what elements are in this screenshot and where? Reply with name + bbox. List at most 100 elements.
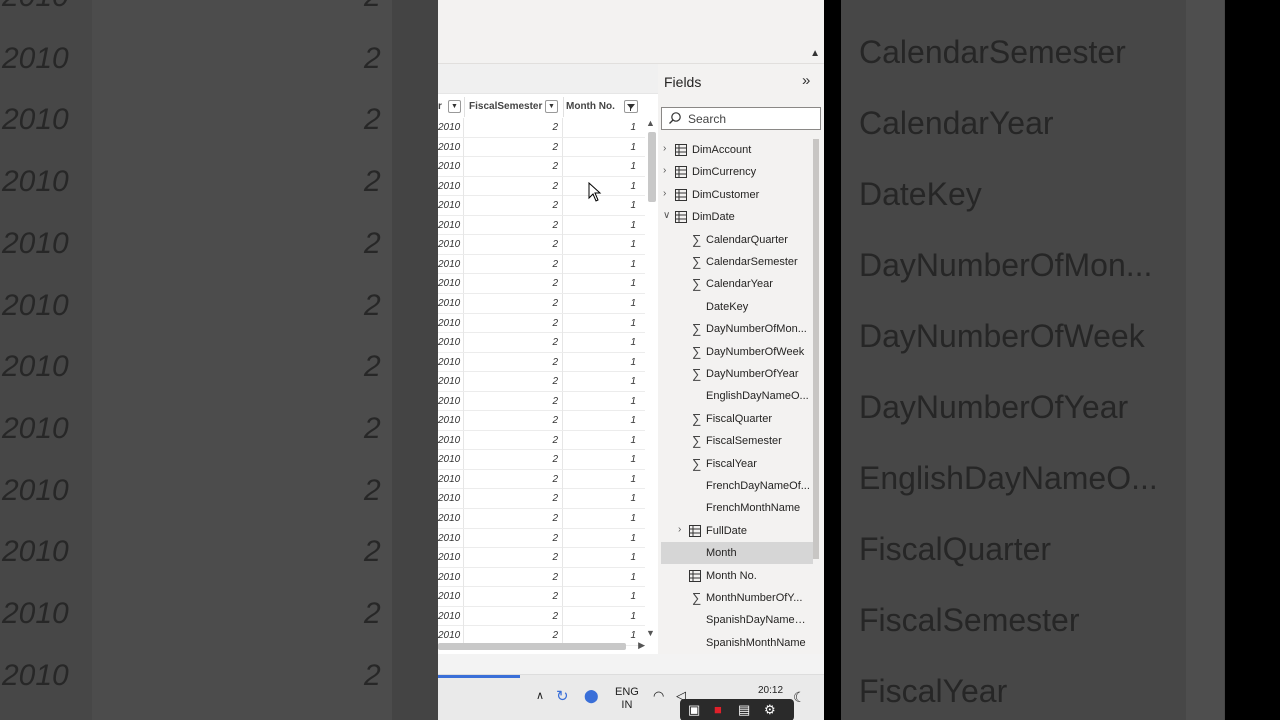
cell-month-no[interactable]: 1 (564, 255, 638, 274)
horizontal-scrollbar[interactable]: ▶ (438, 640, 645, 652)
cell-month-no[interactable]: 1 (564, 529, 638, 548)
table-row[interactable]: 2010 2 1 (438, 313, 645, 334)
cell-month-no[interactable]: 1 (564, 587, 638, 606)
cell-year[interactable]: 2010 (438, 118, 464, 137)
cell-year[interactable]: 2010 (438, 430, 464, 450)
cell-year[interactable]: 2010 (438, 274, 464, 294)
cell-fiscal-semester[interactable]: 2 (465, 548, 563, 568)
wifi-icon[interactable]: ◠ (653, 688, 664, 704)
cell-month-no[interactable]: 1 (564, 235, 638, 254)
cell-year[interactable]: 2010 (438, 509, 464, 528)
cell-year[interactable]: 2010 (438, 196, 464, 216)
cell-year[interactable]: 2010 (438, 157, 464, 177)
cell-year[interactable]: 2010 (438, 606, 464, 626)
fields-search-input[interactable]: Search (661, 107, 821, 130)
cell-month-no[interactable]: 1 (564, 216, 638, 235)
cell-year[interactable]: 2010 (438, 391, 464, 411)
settings-gear-icon[interactable]: ⚙ (764, 702, 776, 718)
cell-fiscal-semester[interactable]: 2 (465, 254, 563, 274)
column-dropdown-icon[interactable]: ▼ (545, 100, 558, 113)
cell-month-no[interactable]: 1 (564, 568, 638, 587)
cell-fiscal-semester[interactable]: 2 (465, 567, 563, 587)
chevron-right-icon[interactable]: › (663, 143, 666, 154)
cell-fiscal-semester[interactable]: 2 (465, 196, 563, 216)
cell-fiscal-semester[interactable]: 2 (465, 469, 563, 489)
scroll-thumb[interactable] (438, 643, 626, 650)
column-dropdown-icon[interactable]: ▼ (448, 100, 461, 113)
table-row[interactable]: 2010 2 1 (438, 567, 645, 588)
cell-month-no[interactable]: 1 (564, 489, 638, 508)
scroll-up-icon[interactable]: ▲ (646, 118, 655, 128)
vertical-scrollbar[interactable]: ▲ ▼ (645, 118, 657, 638)
table-row[interactable]: 2010 2 1 (438, 176, 645, 197)
scroll-down-icon[interactable]: ▼ (646, 628, 655, 638)
cell-month-no[interactable]: 1 (564, 548, 638, 567)
field-item[interactable]: FrenchMonthName (661, 497, 813, 519)
field-item[interactable]: Month (661, 542, 813, 565)
camera-icon[interactable]: ▣ (688, 702, 700, 718)
record-icon[interactable]: ■ (714, 702, 722, 717)
cell-month-no[interactable]: 1 (564, 470, 638, 489)
cell-fiscal-semester[interactable]: 2 (465, 372, 563, 392)
table-row[interactable]: 2010 2 1 (438, 333, 645, 353)
cell-year[interactable]: 2010 (438, 528, 464, 548)
cell-fiscal-semester[interactable]: 2 (465, 352, 563, 372)
field-item[interactable]: ∑ DayNumberOfMon... (661, 318, 813, 340)
table-item-dimcustomer[interactable]: › DimCustomer (661, 184, 813, 206)
cell-month-no[interactable]: 1 (564, 607, 638, 626)
field-item[interactable]: EnglishDayNameO... (661, 385, 813, 407)
cell-year[interactable]: 2010 (438, 293, 464, 313)
table-row[interactable]: 2010 2 1 (438, 606, 645, 627)
chevron-up-icon[interactable]: ∧ (536, 689, 544, 702)
cell-year[interactable]: 2010 (438, 567, 464, 587)
cell-fiscal-semester[interactable]: 2 (465, 215, 563, 235)
field-item[interactable]: DateKey (661, 296, 813, 318)
cell-year[interactable]: 2010 (438, 235, 464, 255)
cell-month-no[interactable]: 1 (564, 372, 638, 391)
cell-year[interactable]: 2010 (438, 176, 464, 196)
cell-fiscal-semester[interactable]: 2 (465, 157, 563, 177)
cell-year[interactable]: 2010 (438, 352, 464, 372)
chevron-right-icon[interactable]: › (678, 524, 681, 535)
cell-month-no[interactable]: 1 (564, 450, 638, 469)
cell-fiscal-semester[interactable]: 2 (465, 430, 563, 450)
table-row[interactable]: 2010 2 1 (438, 352, 645, 373)
table-item-dimaccount[interactable]: › DimAccount (661, 139, 813, 161)
field-item[interactable]: ∑ CalendarSemester (661, 251, 813, 273)
cell-year[interactable]: 2010 (438, 215, 464, 235)
scroll-right-icon[interactable]: ▶ (638, 640, 645, 651)
cell-fiscal-semester[interactable]: 2 (465, 333, 563, 353)
cell-fiscal-semester[interactable]: 2 (465, 509, 563, 528)
cell-year[interactable]: 2010 (438, 450, 464, 470)
cell-fiscal-semester[interactable]: 2 (465, 118, 563, 137)
clock-time[interactable]: 20:12 (758, 685, 783, 696)
field-item[interactable]: FrenchDayNameOf... (661, 475, 813, 497)
chevron-right-icon[interactable]: › (663, 188, 666, 199)
table-item-dimdate[interactable]: ∨ DimDate (661, 206, 813, 228)
cell-month-no[interactable]: 1 (564, 353, 638, 372)
cell-fiscal-semester[interactable]: 2 (465, 411, 563, 431)
image-icon[interactable]: ▤ (738, 702, 750, 718)
column-header-month-no[interactable]: Month No. (564, 97, 645, 117)
table-row[interactable]: 2010 2 1 (438, 469, 645, 490)
cell-month-no[interactable]: 1 (564, 333, 638, 352)
cell-fiscal-semester[interactable]: 2 (465, 606, 563, 626)
field-item[interactable]: SpanishMonthName (661, 632, 813, 654)
cell-year[interactable]: 2010 (438, 254, 464, 274)
cell-month-no[interactable]: 1 (564, 274, 638, 293)
cell-month-no[interactable]: 1 (564, 411, 638, 430)
field-item[interactable]: ∑ CalendarYear (661, 273, 813, 295)
table-row[interactable]: 2010 2 1 (438, 137, 645, 158)
table-row[interactable]: 2010 2 1 (438, 274, 645, 294)
cell-fiscal-semester[interactable]: 2 (465, 293, 563, 313)
field-item[interactable]: Month No. (661, 565, 813, 587)
scroll-thumb[interactable] (648, 132, 656, 202)
cell-fiscal-semester[interactable]: 2 (465, 274, 563, 294)
cell-fiscal-semester[interactable]: 2 (465, 391, 563, 411)
chevron-right-icon[interactable]: › (663, 165, 666, 176)
table-row[interactable]: 2010 2 1 (438, 157, 645, 177)
field-item[interactable]: SpanishDayNameO... (661, 609, 813, 631)
table-row[interactable]: 2010 2 1 (438, 372, 645, 392)
microphone-icon[interactable]: ⬤ (584, 688, 599, 704)
cell-year[interactable]: 2010 (438, 587, 464, 607)
